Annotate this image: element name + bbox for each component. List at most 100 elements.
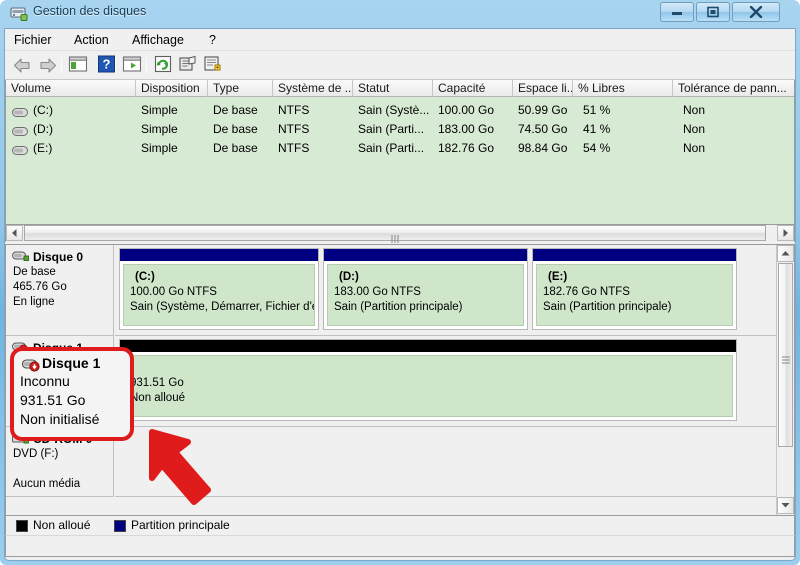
pointer-arrow-icon [148,428,238,518]
refresh-icon[interactable] [153,55,175,76]
menu-affichage[interactable]: Affichage [126,32,190,48]
column-header-disposition[interactable]: Disposition [136,80,208,97]
forward-arrow-icon[interactable] [37,55,59,76]
partition-status: Sain (Système, Démarrer, Fichier d'éc [130,301,315,313]
legend-label-unallocated: Non alloué [33,518,91,532]
maximize-button[interactable] [696,2,730,22]
disk-warning-icon [21,358,42,373]
horizontal-scrollbar-thumb[interactable] [24,225,766,243]
cell-type: De base [213,141,258,155]
column-header-espace-libre[interactable]: Espace li... [513,80,573,97]
scroll-down-arrow-icon[interactable] [777,497,794,514]
partition-size-fs: 100.00 Go NTFS [130,286,217,298]
partition-body: (C:) 100.00 Go NTFS Sain (Système, Démar… [123,264,315,326]
cell-volume: (D:) [33,122,53,136]
disk-partitions-disque-0: (C:) 100.00 Go NTFS Sain (Système, Démar… [115,245,776,336]
cdrom-status: Aucun média [13,478,81,490]
svg-text:?: ? [103,57,111,72]
cell-type: De base [213,103,258,117]
partition-size-fs: 182.76 Go NTFS [543,286,630,298]
column-header-filesystem[interactable]: Système de ... [273,80,353,97]
rescan-disks-icon[interactable] [203,55,225,76]
cell-statut: Sain (Parti... [358,122,425,136]
callout-line-1: Inconnu [20,373,70,389]
partition-body: (E:) 182.76 Go NTFS Sain (Partition prin… [536,264,733,326]
partition-c[interactable]: (C:) 100.00 Go NTFS Sain (Système, Démar… [119,248,319,330]
table-row[interactable]: (D:) Simple De base NTFS Sain (Parti... … [6,120,794,139]
cell-tolerance: Non [683,122,706,136]
partition-body: (D:) 183.00 Go NTFS Sain (Partition prin… [327,264,524,326]
partition-size-fs: 183.00 Go NTFS [334,286,421,298]
graphic-view-vertical-scrollbar[interactable] [776,245,794,515]
table-row[interactable]: (C:) Simple De base NTFS Sain (Systè... … [6,101,794,120]
disk-icon [12,250,29,263]
disk-partitions-disque-1: 931.51 Go Non alloué [115,336,776,427]
volume-list-horizontal-scrollbar[interactable] [5,225,795,243]
menu-bar: Fichier Action Affichage ? [5,29,795,51]
cell-statut: Sain (Parti... [358,141,425,155]
disk-capacity: 465.76 Go [13,281,67,293]
scrollbar-grip-icon [391,230,399,243]
partition-status: Sain (Partition principale) [543,301,672,313]
partition-d[interactable]: (D:) 183.00 Go NTFS Sain (Partition prin… [323,248,528,330]
cell-filesystem: NTFS [278,103,310,117]
column-header-type[interactable]: Type [208,80,273,97]
toolbar-separator [61,57,62,74]
legend-swatch-unallocated [16,520,28,532]
table-row[interactable]: (E:) Simple De base NTFS Sain (Parti... … [6,139,794,158]
cell-tolerance: Non [683,141,706,155]
column-header-tolerance[interactable]: Tolérance de pann... [673,80,794,97]
back-arrow-icon[interactable] [11,55,33,76]
vertical-scrollbar-thumb[interactable] [778,263,793,447]
disk-type: De base [13,266,56,278]
cell-tolerance: Non [683,103,706,117]
title-bar: Gestion des disques [0,0,800,28]
cell-volume: (E:) [33,141,53,155]
hard-drive-icon [12,143,28,155]
show-hide-console-tree-icon[interactable] [68,55,90,76]
column-header-statut[interactable]: Statut [353,80,433,97]
cell-disposition: Simple [141,141,178,155]
partition-body: 931.51 Go Non alloué [123,355,733,417]
scrollbar-grip-icon [782,351,790,364]
cell-capacite: 182.76 Go [438,141,495,155]
cell-capacite: 100.00 Go [438,103,495,117]
column-header-capacite[interactable]: Capacité [433,80,513,97]
cell-capacite: 183.00 Go [438,122,495,136]
partition-e[interactable]: (E:) 182.76 Go NTFS Sain (Partition prin… [532,248,737,330]
partition-band [533,249,736,261]
cell-espace-libre: 50.99 Go [518,103,568,117]
close-button[interactable] [732,2,780,22]
partition-band [324,249,527,261]
cdrom-spacer [13,462,113,477]
legend-label-primary-partition: Partition principale [131,518,230,532]
scroll-right-arrow-icon[interactable] [777,225,794,241]
disk-info-disque-0: Disque 0 De base 465.76 Go En ligne [6,245,114,336]
partition-label: (E:) [548,271,568,283]
disk-row-disque-0[interactable]: Disque 0 De base 465.76 Go En ligne (C:)… [6,245,776,336]
properties-icon[interactable] [178,55,200,76]
cell-filesystem: NTFS [278,141,310,155]
column-header-volume[interactable]: Volume [6,80,136,97]
scroll-left-arrow-icon[interactable] [6,225,23,241]
menu-fichier[interactable]: Fichier [8,32,58,48]
show-action-pane-icon[interactable] [122,55,144,76]
callout-line-3: Non initialisé [20,411,100,427]
cell-statut: Sain (Systè... [358,103,430,117]
cell-volume: (C:) [33,103,53,117]
cell-espace-libre: 74.50 Go [518,122,568,136]
partition-band [120,340,736,352]
minimize-button[interactable] [660,2,694,22]
cell-pct-libres: 51 % [583,103,611,117]
cdrom-letter: DVD (F:) [13,448,59,460]
partition-unallocated[interactable]: 931.51 Go Non alloué [119,339,737,421]
status-bar [5,535,795,557]
column-header-pct-libres[interactable]: % Libres [573,80,673,97]
menu-action[interactable]: Action [68,32,115,48]
disk-management-window: Gestion des disques Fichier Action Affic… [0,0,800,565]
cell-pct-libres: 41 % [583,122,611,136]
menu-help[interactable]: ? [203,32,222,48]
toolbar-separator [146,57,147,74]
scroll-up-arrow-icon[interactable] [777,245,794,262]
legend-swatch-primary-partition [114,520,126,532]
